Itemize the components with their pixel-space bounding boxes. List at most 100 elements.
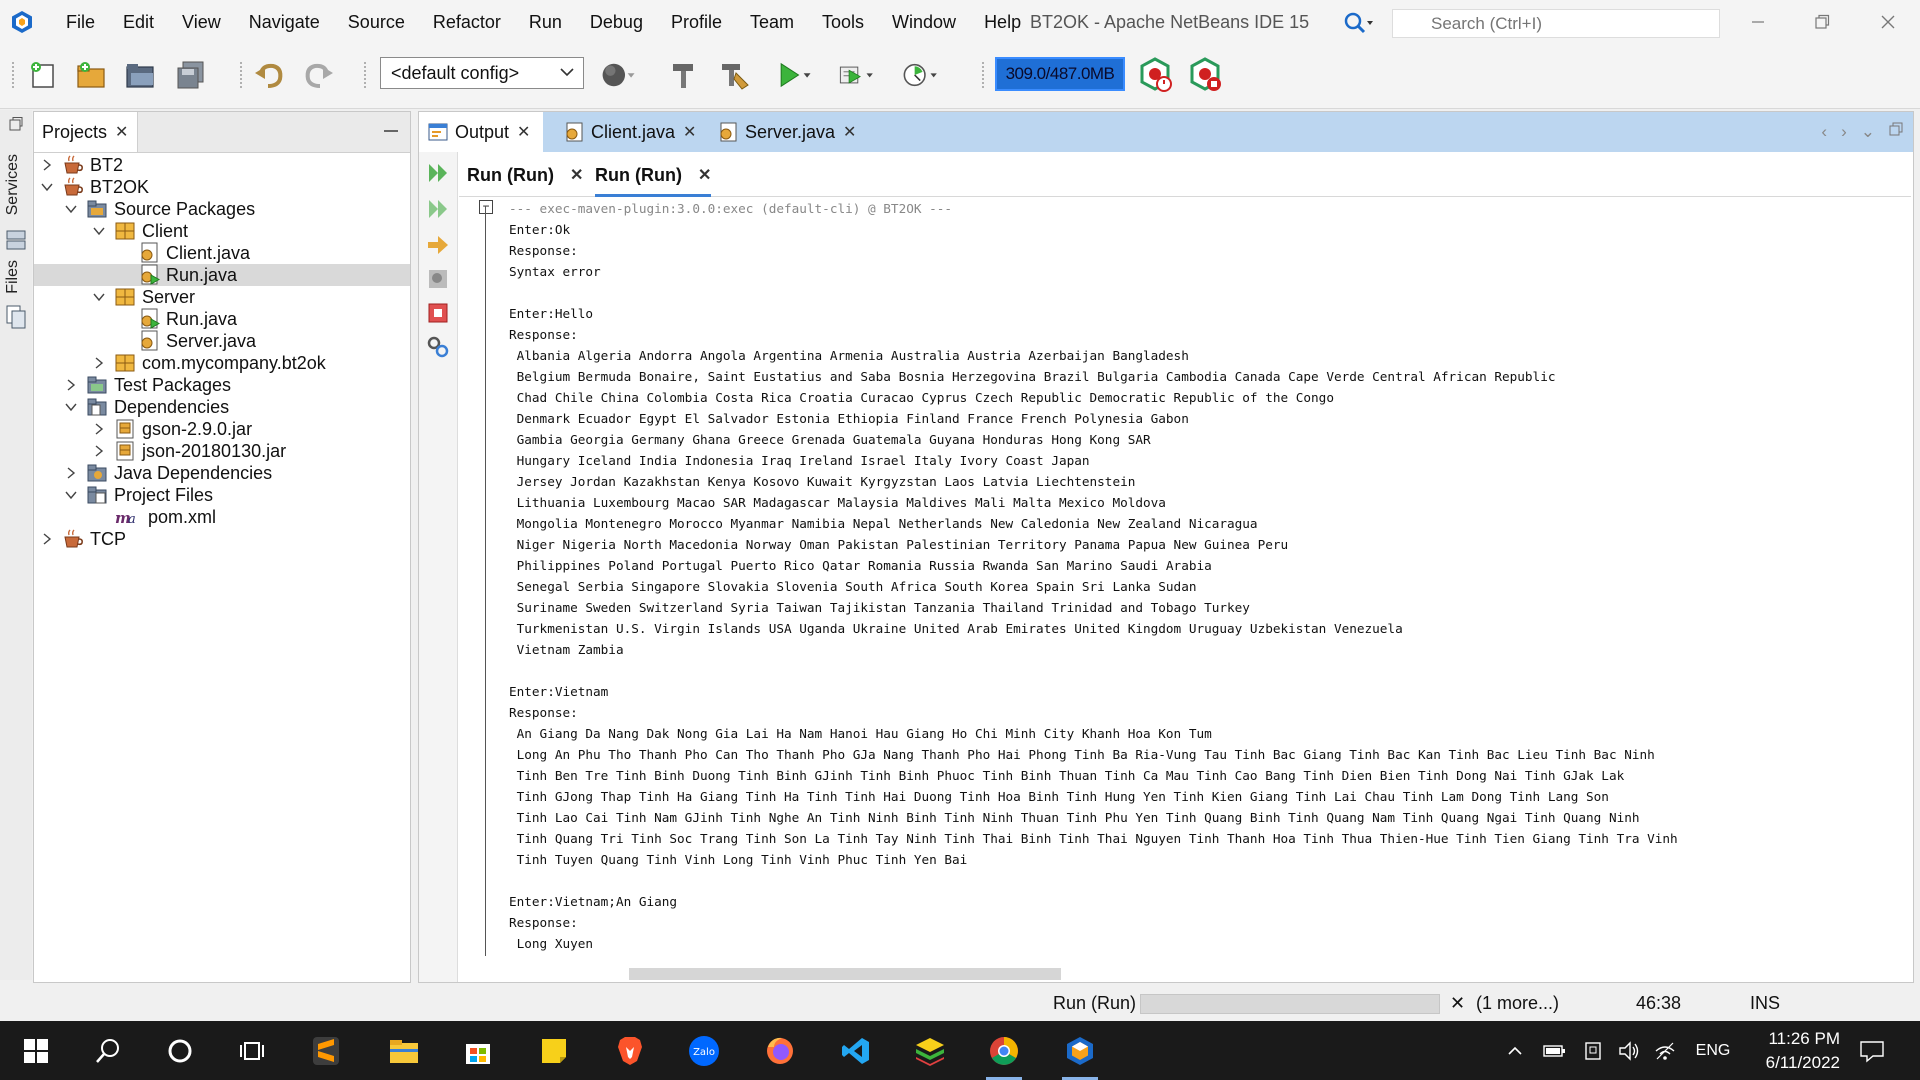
rerun-with-options-button[interactable] (425, 196, 451, 222)
restore-button[interactable] (1790, 0, 1854, 44)
fold-toggle[interactable]: − (479, 200, 493, 214)
cortana-icon[interactable] (158, 1029, 202, 1073)
resume-button[interactable] (425, 232, 451, 258)
chevron-right-icon[interactable] (92, 356, 106, 370)
menu-tools[interactable]: Tools (808, 0, 878, 44)
tree-item[interactable]: Run.java (34, 264, 410, 286)
tab-run-2[interactable]: Run (Run) ✕ (595, 156, 712, 197)
tree-item[interactable]: gson-2.9.0.jar (34, 418, 410, 440)
maximize-window-icon[interactable] (1889, 122, 1903, 136)
clean-build-button[interactable] (716, 56, 754, 94)
close-icon[interactable]: ✕ (570, 165, 583, 185)
chevron-right-icon[interactable]: › (1841, 122, 1847, 142)
volume-icon[interactable] (1614, 1029, 1644, 1073)
settings-button[interactable] (425, 334, 451, 360)
menu-profile[interactable]: Profile (657, 0, 736, 44)
tree-item[interactable]: TCP (34, 528, 410, 550)
chevron-down-icon[interactable] (92, 224, 106, 238)
windows-start-icon[interactable] (14, 1029, 58, 1073)
chevron-down-icon[interactable]: ⌄ (1861, 122, 1875, 142)
web-browser-button[interactable] (600, 56, 638, 94)
configuration-select[interactable]: <default config> (380, 57, 584, 89)
tree-item[interactable]: Project Files (34, 484, 410, 506)
close-icon[interactable]: ✕ (115, 122, 128, 142)
tree-item[interactable]: Server (34, 286, 410, 308)
tab-run-1[interactable]: Run (Run) ✕ (467, 156, 583, 194)
chevron-left-icon[interactable]: ‹ (1821, 122, 1827, 142)
side-tab-services[interactable]: Services (4, 154, 22, 215)
tree-item[interactable]: Run.java (34, 308, 410, 330)
tree-item[interactable]: Client.java (34, 242, 410, 264)
chevron-down-icon[interactable] (64, 488, 78, 502)
chevron-down-icon[interactable] (64, 400, 78, 414)
sublime-text-icon[interactable] (304, 1029, 348, 1073)
menu-debug[interactable]: Debug (576, 0, 657, 44)
tree-item[interactable]: com.mycompany.bt2ok (34, 352, 410, 374)
close-window-button[interactable] (1856, 0, 1920, 44)
firefox-icon[interactable] (758, 1029, 802, 1073)
zalo-icon[interactable]: Zalo (682, 1029, 726, 1073)
chevron-down-icon[interactable] (92, 290, 106, 304)
close-icon[interactable]: ✕ (698, 165, 711, 185)
save-all-button[interactable] (172, 56, 210, 94)
search-box[interactable] (1344, 9, 1720, 38)
menu-view[interactable]: View (168, 0, 235, 44)
output-console[interactable]: − --- exec-maven-plugin:3.0.0:exec (defa… (459, 198, 1879, 966)
tree-item[interactable]: Server.java (34, 330, 410, 352)
build-project-button[interactable] (664, 56, 702, 94)
side-tab-files[interactable]: Files (4, 260, 22, 294)
chevron-right-icon[interactable] (64, 378, 78, 392)
services-icon[interactable] (4, 228, 28, 252)
horizontal-scrollbar-thumb[interactable] (629, 968, 1061, 980)
close-icon[interactable]: ✕ (683, 122, 696, 142)
input-language[interactable]: ENG (1688, 1029, 1738, 1073)
debug-project-button[interactable] (838, 56, 876, 94)
tree-item[interactable]: Java Dependencies (34, 462, 410, 484)
tab-server-java[interactable]: Server.java ✕ (709, 112, 859, 152)
profile-project-button[interactable] (902, 56, 940, 94)
minimize-button[interactable] (1726, 0, 1790, 44)
memory-usage-meter[interactable]: 309.0/487.0MB (995, 57, 1125, 91)
new-file-button[interactable] (24, 56, 62, 94)
vertical-scrollbar[interactable] (1897, 312, 1911, 872)
tree-item[interactable]: Test Packages (34, 374, 410, 396)
chevron-down-icon[interactable] (40, 180, 54, 194)
bluestacks-icon[interactable] (908, 1029, 952, 1073)
tree-item[interactable]: BT2OK (34, 176, 410, 198)
tree-item[interactable]: BT2 (34, 154, 410, 176)
restore-window-icon[interactable] (8, 116, 24, 132)
cancel-task-icon[interactable]: ✕ (1450, 985, 1465, 1021)
profiler-snapshot-button[interactable] (1136, 56, 1174, 94)
menu-window[interactable]: Window (878, 0, 970, 44)
chevron-right-icon[interactable] (40, 158, 54, 172)
profiler-stop-button[interactable] (1186, 56, 1224, 94)
chevron-right-icon[interactable] (64, 466, 78, 480)
chevron-right-icon[interactable] (92, 422, 106, 436)
minimize-panel-icon[interactable] (384, 130, 398, 132)
tree-item[interactable]: Dependencies (34, 396, 410, 418)
tab-projects[interactable]: Projects ✕ (34, 112, 138, 152)
wifi-icon[interactable] (1650, 1029, 1680, 1073)
menu-file[interactable]: File (52, 0, 109, 44)
device-icon[interactable] (1578, 1029, 1608, 1073)
search-icon[interactable] (1339, 10, 1385, 37)
vscode-icon[interactable] (834, 1029, 878, 1073)
stop-button[interactable] (425, 300, 451, 326)
tab-output[interactable]: Output ✕ (419, 112, 543, 152)
task-view-icon[interactable] (230, 1029, 274, 1073)
search-input[interactable] (1429, 12, 1719, 35)
pause-button[interactable] (425, 266, 451, 292)
tree-item[interactable]: Source Packages (34, 198, 410, 220)
open-project-button[interactable] (122, 56, 160, 94)
microsoft-store-icon[interactable] (456, 1029, 500, 1073)
rerun-button[interactable] (425, 160, 451, 186)
close-icon[interactable]: ✕ (517, 122, 530, 142)
chrome-icon[interactable] (982, 1029, 1026, 1080)
undo-button[interactable] (250, 56, 288, 94)
close-icon[interactable]: ✕ (843, 122, 856, 142)
new-project-button[interactable] (72, 56, 110, 94)
menu-edit[interactable]: Edit (109, 0, 168, 44)
menu-team[interactable]: Team (736, 0, 808, 44)
chevron-right-icon[interactable] (40, 532, 54, 546)
status-task-name[interactable]: Run (Run) (1053, 985, 1136, 1021)
